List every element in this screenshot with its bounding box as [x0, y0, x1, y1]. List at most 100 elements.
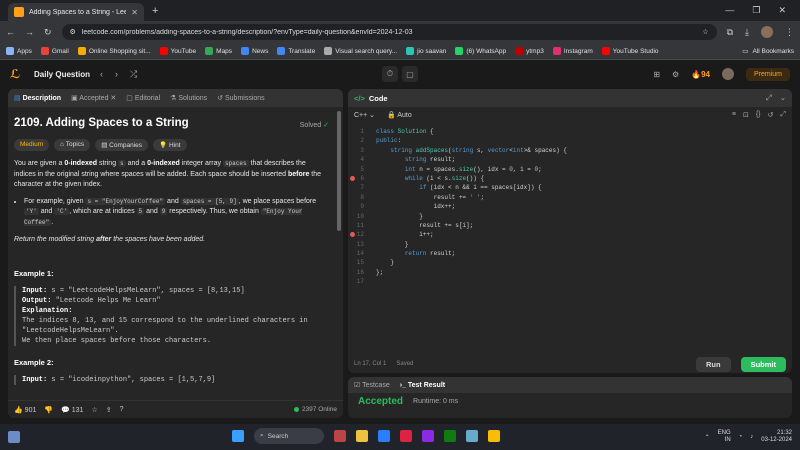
all-bookmarks-button[interactable]: ▭ All Bookmarks: [742, 47, 794, 56]
clock[interactable]: 21:32 03-12-2024: [761, 430, 792, 444]
bookmark-item[interactable]: Gmail: [40, 47, 69, 55]
submit-button[interactable]: Submit: [740, 356, 786, 372]
maximize-icon[interactable]: ⤢: [766, 93, 772, 103]
code-line[interactable]: 2 public:: [348, 136, 792, 145]
restore-icon[interactable]: ❐: [752, 5, 760, 16]
extensions-icon[interactable]: ⧉: [727, 27, 733, 38]
weather-widget[interactable]: [8, 431, 20, 443]
layout-icon[interactable]: ⊞: [653, 70, 660, 79]
code-line[interactable]: 13 }: [348, 240, 792, 249]
chevron-down-icon[interactable]: ⌄: [780, 93, 786, 103]
premium-button[interactable]: Premium: [745, 67, 790, 81]
braces-icon[interactable]: {}: [756, 111, 761, 119]
tray-chevron-icon[interactable]: ⌃: [705, 434, 710, 441]
auto-mode[interactable]: 🔒 Auto: [387, 111, 412, 119]
code-line[interactable]: 9 idx++;: [348, 202, 792, 211]
topics-chip[interactable]: ⌂ Topics: [54, 139, 91, 151]
bookmark-item[interactable]: Instagram: [552, 47, 593, 55]
share-icon[interactable]: ⇪: [106, 406, 112, 414]
help-icon[interactable]: ?: [120, 406, 124, 413]
tab-description[interactable]: ▤ Description: [14, 94, 61, 102]
minimize-icon[interactable]: —: [725, 5, 734, 16]
windows-start-icon[interactable]: [232, 430, 244, 442]
code-line[interactable]: 16};: [348, 268, 792, 277]
url-field[interactable]: ⚙ leetcode.com/problems/adding-spaces-to…: [61, 24, 717, 40]
bookmark-item[interactable]: ytmp3: [515, 47, 544, 55]
like-button[interactable]: 👍 901: [14, 406, 36, 414]
app-icon[interactable]: [466, 430, 478, 442]
site-info-icon[interactable]: ⚙: [70, 28, 76, 36]
run-button[interactable]: Run: [695, 356, 731, 372]
file-explorer-icon[interactable]: [356, 430, 368, 442]
close-window-icon[interactable]: ✕: [778, 5, 786, 16]
taskbar-search[interactable]: ⌕ Search: [254, 428, 324, 444]
dislike-icon[interactable]: 👎: [44, 406, 53, 414]
reload-icon[interactable]: ↻: [44, 27, 52, 38]
format-icon[interactable]: ≡: [732, 111, 736, 119]
bookmark-item[interactable]: YouTube: [159, 47, 196, 55]
fullscreen-icon[interactable]: ⤢: [780, 111, 786, 119]
bookmark-item[interactable]: Translate: [277, 47, 315, 55]
code-line[interactable]: 6 while (i < s.size()) {: [348, 174, 792, 183]
bookmark-star-icon[interactable]: ☆: [702, 28, 708, 36]
comments-button[interactable]: 💬 131: [61, 406, 83, 414]
bookmark-item[interactable]: Apps: [6, 47, 32, 55]
difficulty-badge[interactable]: Medium: [14, 139, 50, 151]
code-line[interactable]: 1 class Solution {: [348, 127, 792, 136]
prev-problem-icon[interactable]: ‹: [100, 69, 103, 80]
code-line[interactable]: 3 string addSpaces(string s, vector<int>…: [348, 146, 792, 155]
settings-gear-icon[interactable]: ⚙: [672, 70, 679, 79]
description-scrollbar[interactable]: [337, 111, 341, 231]
hint-chip[interactable]: 💡 Hint: [153, 139, 187, 151]
bookmark-item[interactable]: Online Shopping sit...: [77, 47, 151, 55]
code-line[interactable]: 11 result += s[i];: [348, 221, 792, 230]
bookmark-item[interactable]: News: [241, 47, 268, 55]
language-select[interactable]: C++ ⌄: [354, 111, 375, 119]
code-area[interactable]: 1 class Solution {2 public: 3 string addSpa…: [348, 127, 792, 337]
tab-test-result[interactable]: ›_ Test Result: [400, 382, 445, 389]
bookmark-item[interactable]: Visual search query...: [324, 47, 397, 55]
volume-icon[interactable]: ♪: [750, 434, 753, 440]
edge-icon[interactable]: [378, 430, 390, 442]
tab-editorial[interactable]: ▢ Editorial: [126, 94, 160, 102]
code-line[interactable]: 17: [348, 277, 792, 286]
app-icon[interactable]: [334, 430, 346, 442]
leetcode-logo-icon[interactable]: ℒ: [10, 67, 22, 81]
notes-icon[interactable]: ▢: [402, 66, 418, 82]
tab-submissions[interactable]: ↺ Submissions: [217, 94, 265, 102]
back-icon[interactable]: ←: [6, 27, 15, 37]
browser-tab[interactable]: Adding Spaces to a String - Lee ✕: [8, 3, 144, 21]
menu-icon[interactable]: ⋮: [785, 27, 794, 38]
downloads-icon[interactable]: ⤓: [745, 27, 749, 38]
code-line[interactable]: 12 i++;: [348, 230, 792, 239]
close-tab-icon[interactable]: ✕: [131, 8, 138, 17]
chrome-icon[interactable]: [488, 430, 500, 442]
tab-accepted[interactable]: ▣ Accepted ✕: [71, 94, 116, 102]
forward-icon[interactable]: →: [25, 27, 34, 37]
tab-testcase[interactable]: ☑ Testcase: [354, 381, 390, 389]
bookmark-icon[interactable]: ⊡: [743, 111, 749, 119]
app-icon[interactable]: [400, 430, 412, 442]
daily-question-title[interactable]: Daily Question: [34, 70, 90, 79]
code-line[interactable]: 4 string result;: [348, 155, 792, 164]
timer-icon[interactable]: ⏱: [382, 66, 398, 82]
bookmark-item[interactable]: Maps: [205, 47, 232, 55]
new-tab-button[interactable]: +: [152, 5, 158, 17]
user-avatar[interactable]: [721, 68, 734, 80]
reset-icon[interactable]: ↺: [768, 111, 774, 119]
companies-chip[interactable]: ▤ Companies: [95, 139, 149, 151]
code-line[interactable]: 10 }: [348, 212, 792, 221]
wifi-icon[interactable]: ◔: [739, 434, 743, 440]
code-line[interactable]: 5 int n = spaces.size(), idx = 0, i = 0;: [348, 165, 792, 174]
bookmark-item[interactable]: jio saavan: [406, 47, 446, 55]
language-indicator[interactable]: ENG IN: [718, 430, 731, 444]
code-line[interactable]: 14 return result;: [348, 249, 792, 258]
next-problem-icon[interactable]: ›: [115, 69, 118, 80]
tab-solutions[interactable]: ⚗ Solutions: [170, 94, 207, 102]
profile-avatar[interactable]: [761, 26, 773, 38]
shuffle-icon[interactable]: ⤮: [130, 69, 137, 80]
code-line[interactable]: 15 }: [348, 258, 792, 267]
streak-counter[interactable]: 🔥94: [691, 70, 710, 79]
xbox-icon[interactable]: [444, 430, 456, 442]
code-line[interactable]: 7 if (idx < n && i == spaces[idx]) {: [348, 183, 792, 192]
